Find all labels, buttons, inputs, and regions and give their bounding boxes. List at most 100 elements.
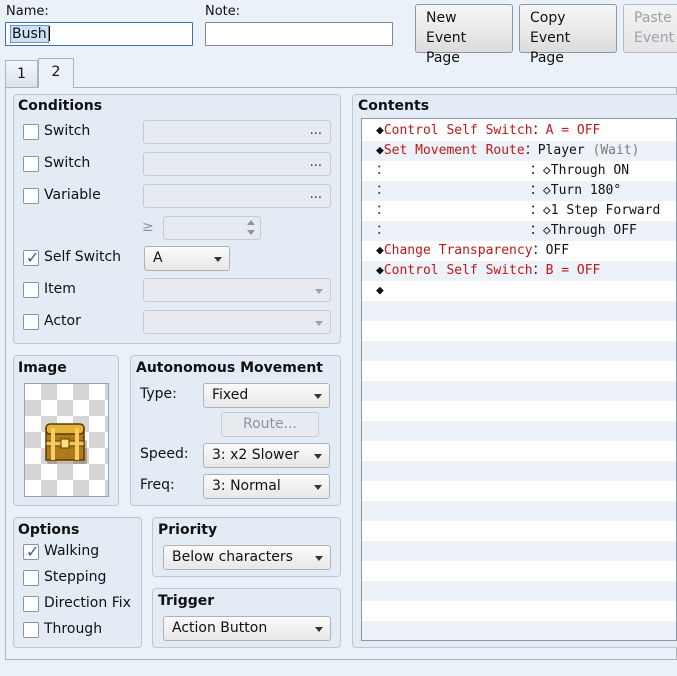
command-extra: (Wait) (584, 143, 640, 158)
note-input[interactable] (205, 22, 393, 46)
variable-value-spinner[interactable] (163, 216, 261, 240)
command-row[interactable] (362, 321, 676, 341)
name-label: Name: (6, 4, 49, 19)
event-command-list[interactable]: ◆Control Self Switch：A = OFF ◆Set Movemen… (361, 118, 677, 641)
command-row[interactable] (362, 381, 676, 401)
name-value: Bush (10, 25, 49, 43)
stepping-checkbox[interactable] (23, 570, 39, 586)
chevron-down-icon (314, 454, 322, 459)
actor-checkbox[interactable] (23, 314, 39, 330)
command-row[interactable] (362, 601, 676, 621)
command-separator: ： (532, 263, 546, 278)
command-row[interactable]: ◆Change Transparency：OFF (362, 241, 676, 261)
command-row[interactable] (362, 461, 676, 481)
command-prefix: ◆ (376, 243, 384, 258)
actor-select[interactable] (143, 310, 331, 334)
command-row[interactable] (362, 581, 676, 601)
paste-event-page-line2: Event (634, 30, 675, 46)
trigger-select[interactable]: Action Button (163, 616, 331, 641)
command-row[interactable] (362, 501, 676, 521)
command-name: Set Movement Route (383, 143, 525, 158)
paste-event-page-button[interactable]: Paste Event (623, 4, 677, 53)
variable-checkbox[interactable] (23, 188, 39, 204)
new-event-page-line1: New (426, 10, 457, 26)
item-select[interactable] (143, 278, 331, 302)
command-row[interactable] (362, 301, 676, 321)
command-row[interactable]: ◆Control Self Switch：A = OFF (362, 121, 676, 141)
self-switch-select[interactable]: A (144, 246, 230, 271)
copy-event-page-button[interactable]: Copy Event Page (519, 4, 617, 66)
command-row[interactable] (362, 401, 676, 421)
trigger-title: Trigger (158, 593, 215, 609)
command-prefix: ： (376, 183, 390, 198)
switch2-checkbox[interactable] (23, 156, 39, 172)
walking-label: Walking (44, 543, 100, 559)
image-title: Image (18, 360, 67, 376)
command-row[interactable]: ◆Set Movement Route：Player (Wait) (362, 141, 676, 161)
command-separator: ： (532, 243, 546, 258)
freq-value: 3: Normal (212, 478, 281, 494)
command-row[interactable] (362, 621, 676, 640)
checkmark-icon: ✓ (26, 248, 40, 267)
command-separator: ： (529, 163, 543, 178)
self-switch-checkbox[interactable]: ✓ (23, 248, 40, 267)
event-image-preview[interactable] (24, 383, 109, 497)
conditions-title: Conditions (18, 98, 103, 114)
command-prefix: ◆ (376, 143, 384, 158)
command-row[interactable]: ： ：◇Through OFF (362, 221, 676, 241)
command-row[interactable]: ◆Control Self Switch：B = OFF (362, 261, 676, 281)
command-row[interactable]: ： ：◇Through ON (362, 161, 676, 181)
freq-select[interactable]: 3: Normal (203, 474, 330, 499)
command-separator: ： (524, 143, 538, 158)
new-event-page-button[interactable]: New Event Page (415, 4, 513, 66)
through-label: Through (44, 621, 103, 637)
priority-title: Priority (158, 522, 218, 538)
command-row[interactable]: ： ：◇Turn 180° (362, 181, 676, 201)
command-prefix: ◆ (376, 263, 384, 278)
command-argument: ◇Through OFF (542, 223, 637, 238)
through-checkbox[interactable] (23, 622, 39, 638)
command-row[interactable] (362, 361, 676, 381)
direction-fix-label: Direction Fix (44, 595, 131, 611)
command-row[interactable] (362, 521, 676, 541)
priority-select[interactable]: Below characters (163, 545, 331, 570)
route-button[interactable]: Route... (221, 412, 319, 437)
item-checkbox[interactable] (23, 282, 39, 298)
spin-up-icon[interactable] (247, 220, 255, 225)
command-argument: ◇Through ON (542, 163, 630, 178)
spin-down-icon[interactable] (247, 230, 255, 235)
movement-type-select[interactable]: Fixed (203, 383, 330, 408)
speed-select[interactable]: 3: x2 Slower (203, 443, 330, 468)
treasure-chest-icon (45, 423, 87, 464)
actor-label: Actor (44, 313, 81, 329)
variable-select[interactable]: ... (143, 184, 331, 208)
command-separator: ： (532, 123, 546, 138)
tab-1[interactable]: 1 (5, 60, 38, 87)
command-row[interactable] (362, 541, 676, 561)
switch2-select[interactable]: ... (143, 152, 331, 176)
switch1-select[interactable]: ... (143, 120, 331, 144)
command-row[interactable] (362, 441, 676, 461)
command-row[interactable]: ◆ (362, 281, 676, 301)
walking-checkbox[interactable]: ✓ (23, 542, 39, 561)
command-name: Control Self Switch (383, 123, 533, 138)
command-row[interactable] (362, 341, 676, 361)
chevron-down-icon (315, 556, 323, 561)
command-row[interactable]: ： ：◇1 Step Forward (362, 201, 676, 221)
command-row[interactable] (362, 561, 676, 581)
chevron-down-icon (315, 289, 323, 294)
command-row[interactable] (362, 481, 676, 501)
copy-event-page-line1: Copy (530, 10, 566, 26)
chevron-down-icon (315, 627, 323, 632)
command-name (389, 183, 530, 198)
command-row[interactable] (362, 421, 676, 441)
options-title: Options (18, 522, 80, 538)
tab-2[interactable]: 2 (38, 58, 74, 88)
command-name: Control Self Switch (383, 263, 533, 278)
name-input[interactable]: Bush (5, 22, 193, 46)
command-prefix: ： (376, 163, 390, 178)
switch1-checkbox[interactable] (23, 124, 39, 140)
direction-fix-checkbox[interactable] (23, 596, 39, 612)
command-argument: A = OFF (545, 123, 601, 138)
ellipsis: ... (309, 187, 322, 202)
